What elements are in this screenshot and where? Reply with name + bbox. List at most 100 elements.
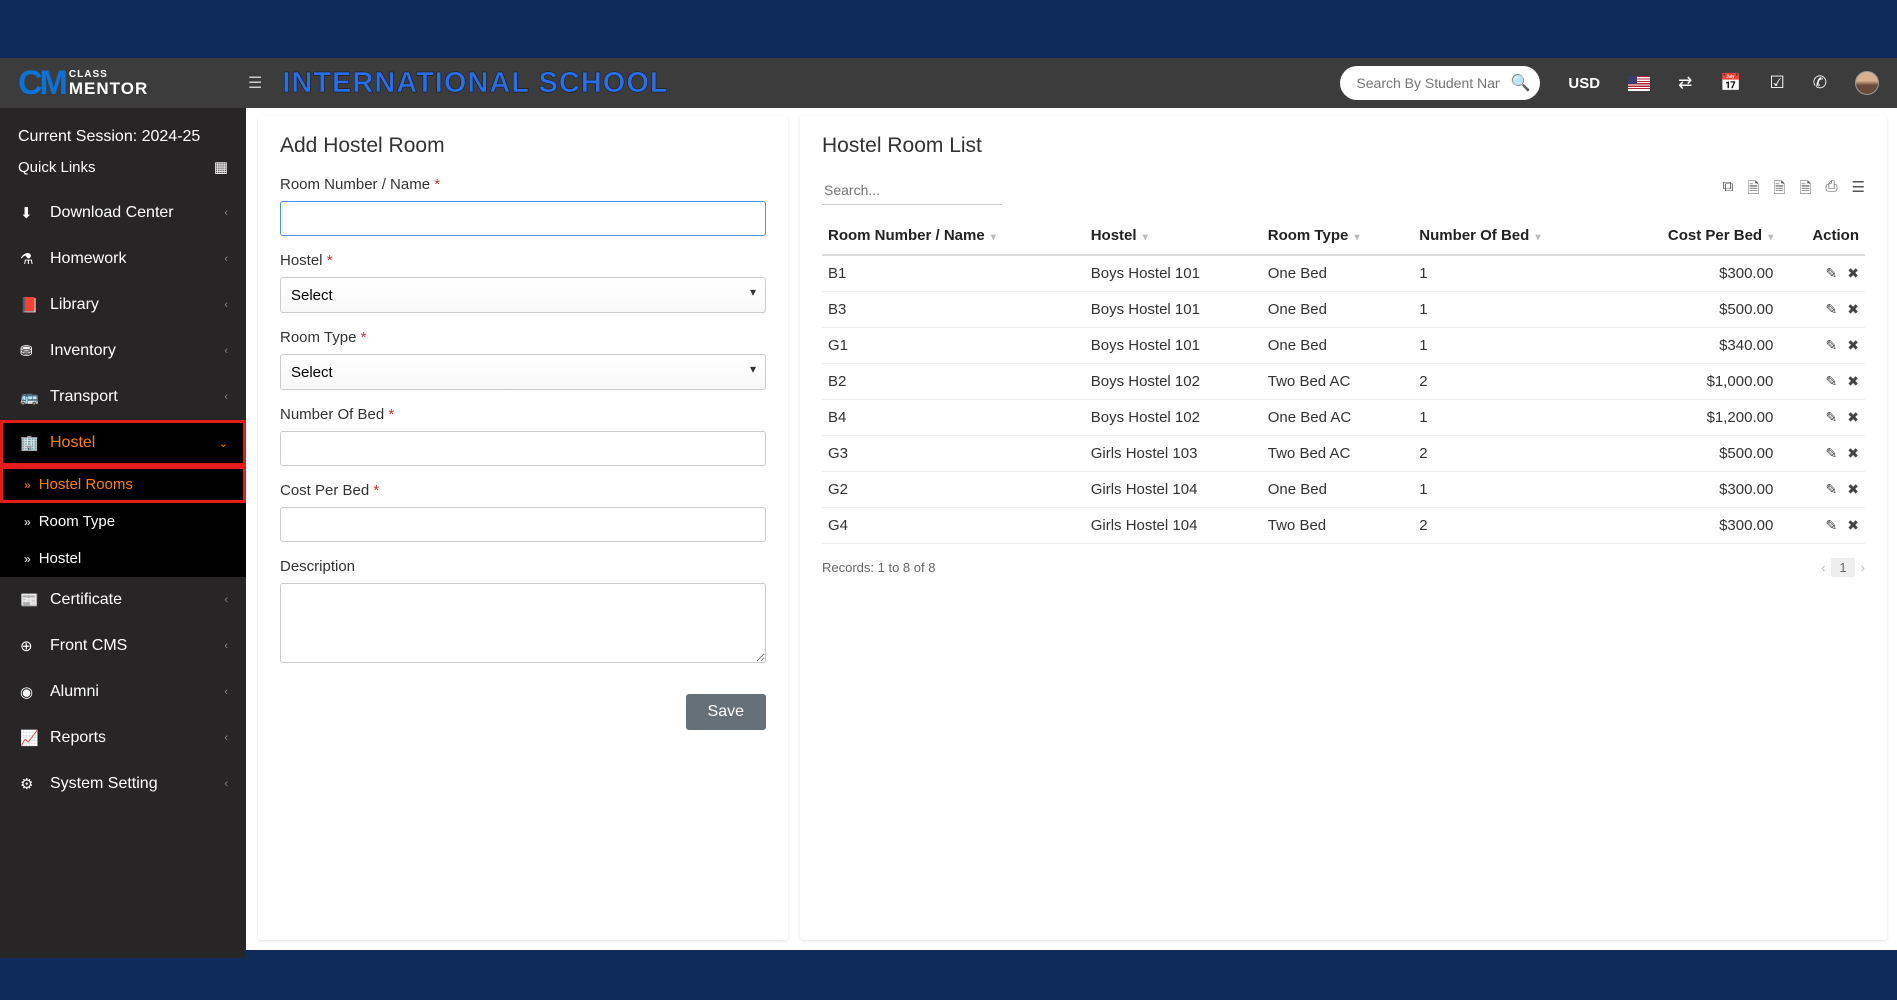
copy-icon[interactable]: ⧉ bbox=[1723, 178, 1734, 203]
col-room-type[interactable]: Room Type ▾ bbox=[1262, 217, 1414, 255]
description-textarea[interactable] bbox=[280, 583, 766, 663]
delete-icon[interactable]: ✖ bbox=[1847, 481, 1859, 497]
pdf-icon[interactable]: 🗎 bbox=[1799, 178, 1811, 203]
sidebar-item-download-center[interactable]: ⬇ Download Center ‹ bbox=[0, 190, 246, 236]
room-number-cell: B2 bbox=[822, 364, 1085, 400]
cost-cell: $500.00 bbox=[1608, 292, 1779, 328]
chevron-left-icon: ‹ bbox=[224, 345, 228, 357]
print-icon[interactable]: ⎙ bbox=[1826, 178, 1838, 203]
room-number-input[interactable] bbox=[280, 201, 766, 236]
sub-label: Hostel bbox=[39, 550, 82, 567]
save-button[interactable]: Save bbox=[686, 694, 766, 730]
sidebar-item-certificate[interactable]: 📰 Certificate ‹ bbox=[0, 577, 246, 623]
form-title: Add Hostel Room bbox=[280, 134, 766, 158]
transfer-icon[interactable]: ⇄ bbox=[1678, 73, 1692, 93]
delete-icon[interactable]: ✖ bbox=[1847, 445, 1859, 461]
language-flag-icon[interactable] bbox=[1628, 76, 1650, 91]
edit-icon[interactable]: ✎ bbox=[1826, 409, 1838, 425]
table-row: G3Girls Hostel 103Two Bed AC2$500.00✎✖ bbox=[822, 436, 1865, 472]
sidebar-sub-hostel-list[interactable]: » Hostel bbox=[0, 540, 246, 577]
room-type-cell: Two Bed AC bbox=[1262, 436, 1414, 472]
table-row: G2Girls Hostel 104One Bed1$300.00✎✖ bbox=[822, 472, 1865, 508]
table-row: B4Boys Hostel 102One Bed AC1$1,200.00✎✖ bbox=[822, 400, 1865, 436]
edit-icon[interactable]: ✎ bbox=[1826, 373, 1838, 389]
sidebar-item-transport[interactable]: 🚌 Transport ‹ bbox=[0, 374, 246, 420]
menu-toggle-icon[interactable]: ☰ bbox=[248, 73, 262, 93]
list-search-input[interactable] bbox=[822, 176, 1002, 205]
room-type-cell: One Bed bbox=[1262, 472, 1414, 508]
csv-icon[interactable]: 🗎 bbox=[1773, 178, 1785, 203]
sidebar-item-inventory[interactable]: ⛃ Inventory ‹ bbox=[0, 328, 246, 374]
quick-links[interactable]: Quick Links ▦ bbox=[0, 152, 246, 190]
sidebar-item-reports[interactable]: 📈 Reports ‹ bbox=[0, 715, 246, 761]
edit-icon[interactable]: ✎ bbox=[1826, 337, 1838, 353]
sidebar-item-alumni[interactable]: ◉ Alumni ‹ bbox=[0, 669, 246, 715]
excel-icon[interactable]: 🗎 bbox=[1747, 178, 1759, 203]
alumni-icon: ◉ bbox=[20, 683, 38, 701]
col-hostel[interactable]: Hostel ▾ bbox=[1085, 217, 1262, 255]
delete-icon[interactable]: ✖ bbox=[1847, 373, 1859, 389]
whatsapp-icon[interactable]: ✆ bbox=[1813, 73, 1827, 93]
nav-label: Library bbox=[50, 296, 99, 314]
pager-page[interactable]: 1 bbox=[1831, 558, 1854, 577]
edit-icon[interactable]: ✎ bbox=[1826, 301, 1838, 317]
nav-label: Front CMS bbox=[50, 637, 127, 655]
hostel-cell: Girls Hostel 103 bbox=[1085, 436, 1262, 472]
table-row: G1Boys Hostel 101One Bed1$340.00✎✖ bbox=[822, 328, 1865, 364]
cost-cell: $340.00 bbox=[1608, 328, 1779, 364]
beds-cell: 2 bbox=[1413, 364, 1608, 400]
avatar[interactable] bbox=[1855, 71, 1879, 95]
cost-per-bed-label: Cost Per Bed * bbox=[280, 482, 766, 499]
delete-icon[interactable]: ✖ bbox=[1847, 265, 1859, 281]
tasks-icon[interactable]: ☑ bbox=[1770, 73, 1785, 93]
edit-icon[interactable]: ✎ bbox=[1826, 445, 1838, 461]
number-of-bed-label: Number Of Bed * bbox=[280, 406, 766, 423]
logo-mark: CM bbox=[18, 64, 65, 103]
delete-icon[interactable]: ✖ bbox=[1847, 301, 1859, 317]
sidebar-item-homework[interactable]: ⚗ Homework ‹ bbox=[0, 236, 246, 282]
pager-next[interactable]: › bbox=[1861, 560, 1865, 575]
sidebar-item-front-cms[interactable]: ⊕ Front CMS ‹ bbox=[0, 623, 246, 669]
cost-cell: $1,000.00 bbox=[1608, 364, 1779, 400]
col-cost-per-bed[interactable]: Cost Per Bed ▾ bbox=[1608, 217, 1779, 255]
calendar-icon[interactable]: 📅 bbox=[1720, 73, 1741, 93]
sort-icon: ▾ bbox=[1355, 232, 1360, 243]
beds-cell: 1 bbox=[1413, 328, 1608, 364]
hostel-select[interactable]: Select bbox=[280, 277, 766, 313]
sidebar-item-hostel[interactable]: 🏢 Hostel ⌄ bbox=[0, 420, 246, 466]
sidebar-item-system-setting[interactable]: ⚙ System Setting ‹ bbox=[0, 761, 246, 807]
columns-icon[interactable]: ☰ bbox=[1852, 178, 1865, 203]
sidebar-sub-hostel-rooms[interactable]: » Hostel Rooms bbox=[0, 466, 246, 503]
description-label: Description bbox=[280, 558, 766, 575]
flask-icon: ⚗ bbox=[20, 250, 38, 268]
edit-icon[interactable]: ✎ bbox=[1826, 517, 1838, 533]
col-room-number[interactable]: Room Number / Name ▾ bbox=[822, 217, 1085, 255]
quick-links-label: Quick Links bbox=[18, 159, 96, 176]
sidebar-item-library[interactable]: 📕 Library ‹ bbox=[0, 282, 246, 328]
add-hostel-room-form: Add Hostel Room Room Number / Name * Hos… bbox=[258, 116, 788, 940]
logo-big-text: MENTOR bbox=[69, 80, 148, 97]
col-number-of-bed[interactable]: Number Of Bed ▾ bbox=[1413, 217, 1608, 255]
pager-prev[interactable]: ‹ bbox=[1821, 560, 1825, 575]
room-type-select[interactable]: Select bbox=[280, 354, 766, 390]
logo[interactable]: CM CLASS MENTOR bbox=[18, 64, 248, 103]
cost-per-bed-input[interactable] bbox=[280, 507, 766, 542]
list-title: Hostel Room List bbox=[822, 134, 1865, 158]
edit-icon[interactable]: ✎ bbox=[1826, 265, 1838, 281]
delete-icon[interactable]: ✖ bbox=[1847, 409, 1859, 425]
double-chevron-icon: » bbox=[24, 552, 31, 566]
delete-icon[interactable]: ✖ bbox=[1847, 337, 1859, 353]
sidebar-sub-room-type[interactable]: » Room Type bbox=[0, 503, 246, 540]
currency-label[interactable]: USD bbox=[1568, 75, 1600, 92]
nav-label: Inventory bbox=[50, 342, 116, 360]
chevron-left-icon: ‹ bbox=[224, 686, 228, 698]
number-of-bed-input[interactable] bbox=[280, 431, 766, 466]
table-row: B1Boys Hostel 101One Bed1$300.00✎✖ bbox=[822, 255, 1865, 292]
beds-cell: 1 bbox=[1413, 472, 1608, 508]
edit-icon[interactable]: ✎ bbox=[1826, 481, 1838, 497]
delete-icon[interactable]: ✖ bbox=[1847, 517, 1859, 533]
room-type-cell: One Bed AC bbox=[1262, 400, 1414, 436]
search-icon[interactable]: 🔍 bbox=[1510, 73, 1530, 93]
table-row: G4Girls Hostel 104Two Bed2$300.00✎✖ bbox=[822, 508, 1865, 544]
hostel-label: Hostel * bbox=[280, 252, 766, 269]
